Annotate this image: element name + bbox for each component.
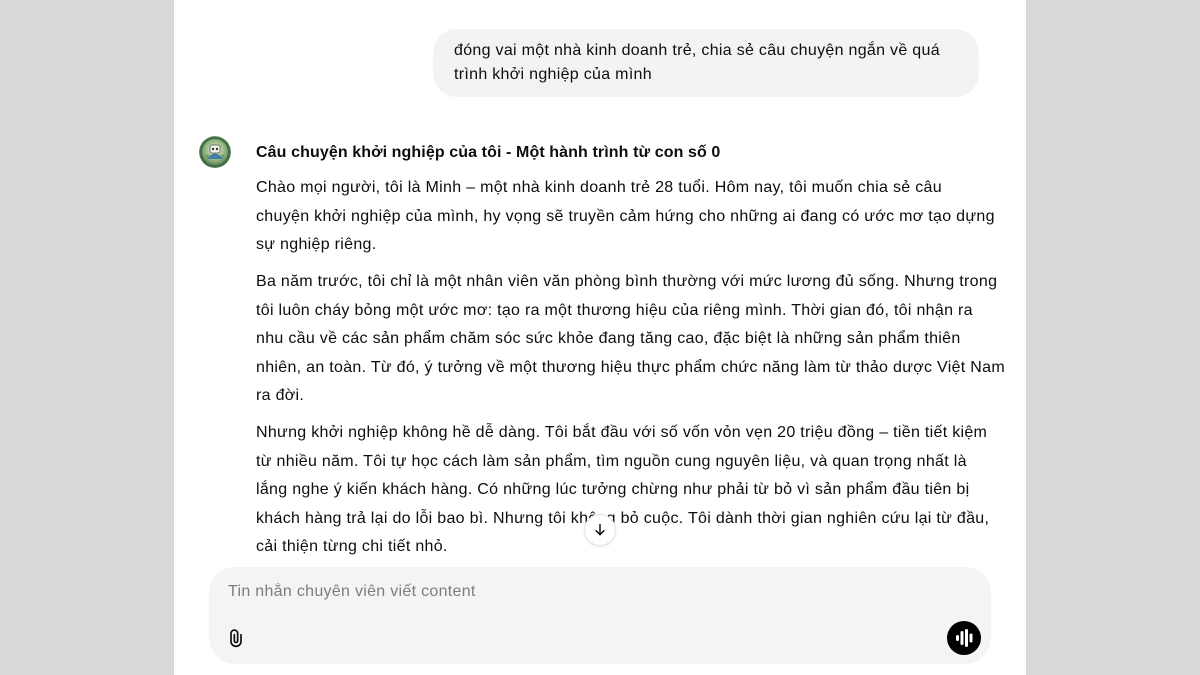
chat-page: đóng vai một nhà kinh doanh trẻ, chia sẻ… — [0, 0, 1200, 675]
attach-file-button[interactable] — [222, 624, 250, 652]
reply-line: sự nghiệp riêng. — [256, 236, 377, 253]
reply-line: từ nhiều năm. Tôi tự học cách làm sản ph… — [256, 452, 967, 470]
arrow-down-icon — [595, 523, 605, 536]
reply-line: nhiên, an toàn. Từ đó, ý tưởng về một th… — [256, 358, 1005, 376]
assistant-message: Câu chuyện khởi nghiệp của tôi - Một hàn… — [256, 139, 1016, 570]
reply-line: nhu cầu về các sản phẩm chăm sóc sức khỏ… — [256, 330, 961, 347]
reply-line: lắng nghe ý kiến khách hàng. Có những lú… — [256, 481, 970, 498]
reply-line: Nhưng khởi nghiệp không hề dễ dàng. Tôi … — [256, 424, 988, 441]
message-composer[interactable] — [209, 567, 991, 664]
reply-paragraph: Chào mọi người, tôi là Minh – một nhà ki… — [256, 174, 1016, 260]
reply-line: Ba năm trước, tôi chỉ là một nhân viên v… — [256, 273, 998, 290]
paperclip-icon — [230, 629, 242, 648]
user-message-line: trình khởi nghiệp của mình — [454, 66, 652, 83]
reply-line: khách hàng trả lại do lỗi bao bì. Nhưng … — [256, 509, 990, 527]
reply-heading: Câu chuyện khởi nghiệp của tôi - Một hàn… — [256, 144, 721, 161]
assistant-avatar — [199, 136, 231, 168]
voice-waveform-icon — [956, 629, 973, 647]
reply-line: tôi luôn cháy bỏng một ước mơ: tạo ra mộ… — [256, 301, 973, 319]
reply-line: cải thiện từng chi tiết nhỏ. — [256, 538, 448, 555]
reply-line: ra đời. — [256, 387, 305, 404]
user-message-line: đóng vai một nhà kinh doanh trẻ, chia sẻ… — [454, 42, 940, 59]
voice-mode-button[interactable] — [947, 621, 981, 655]
reply-paragraph: Nhưng khởi nghiệp không hề dễ dàng. Tôi … — [256, 419, 1016, 562]
reply-paragraph: Ba năm trước, tôi chỉ là một nhân viên v… — [256, 268, 1016, 411]
gpt-avatar-icon — [199, 136, 231, 168]
reply-line: chuyện khởi nghiệp của mình, hy vọng sẽ … — [256, 207, 995, 225]
scroll-to-bottom-button[interactable] — [584, 514, 616, 546]
user-message-bubble: đóng vai một nhà kinh doanh trẻ, chia sẻ… — [433, 29, 979, 97]
reply-line: Chào mọi người, tôi là Minh – một nhà ki… — [256, 179, 942, 196]
message-input[interactable] — [228, 580, 928, 604]
